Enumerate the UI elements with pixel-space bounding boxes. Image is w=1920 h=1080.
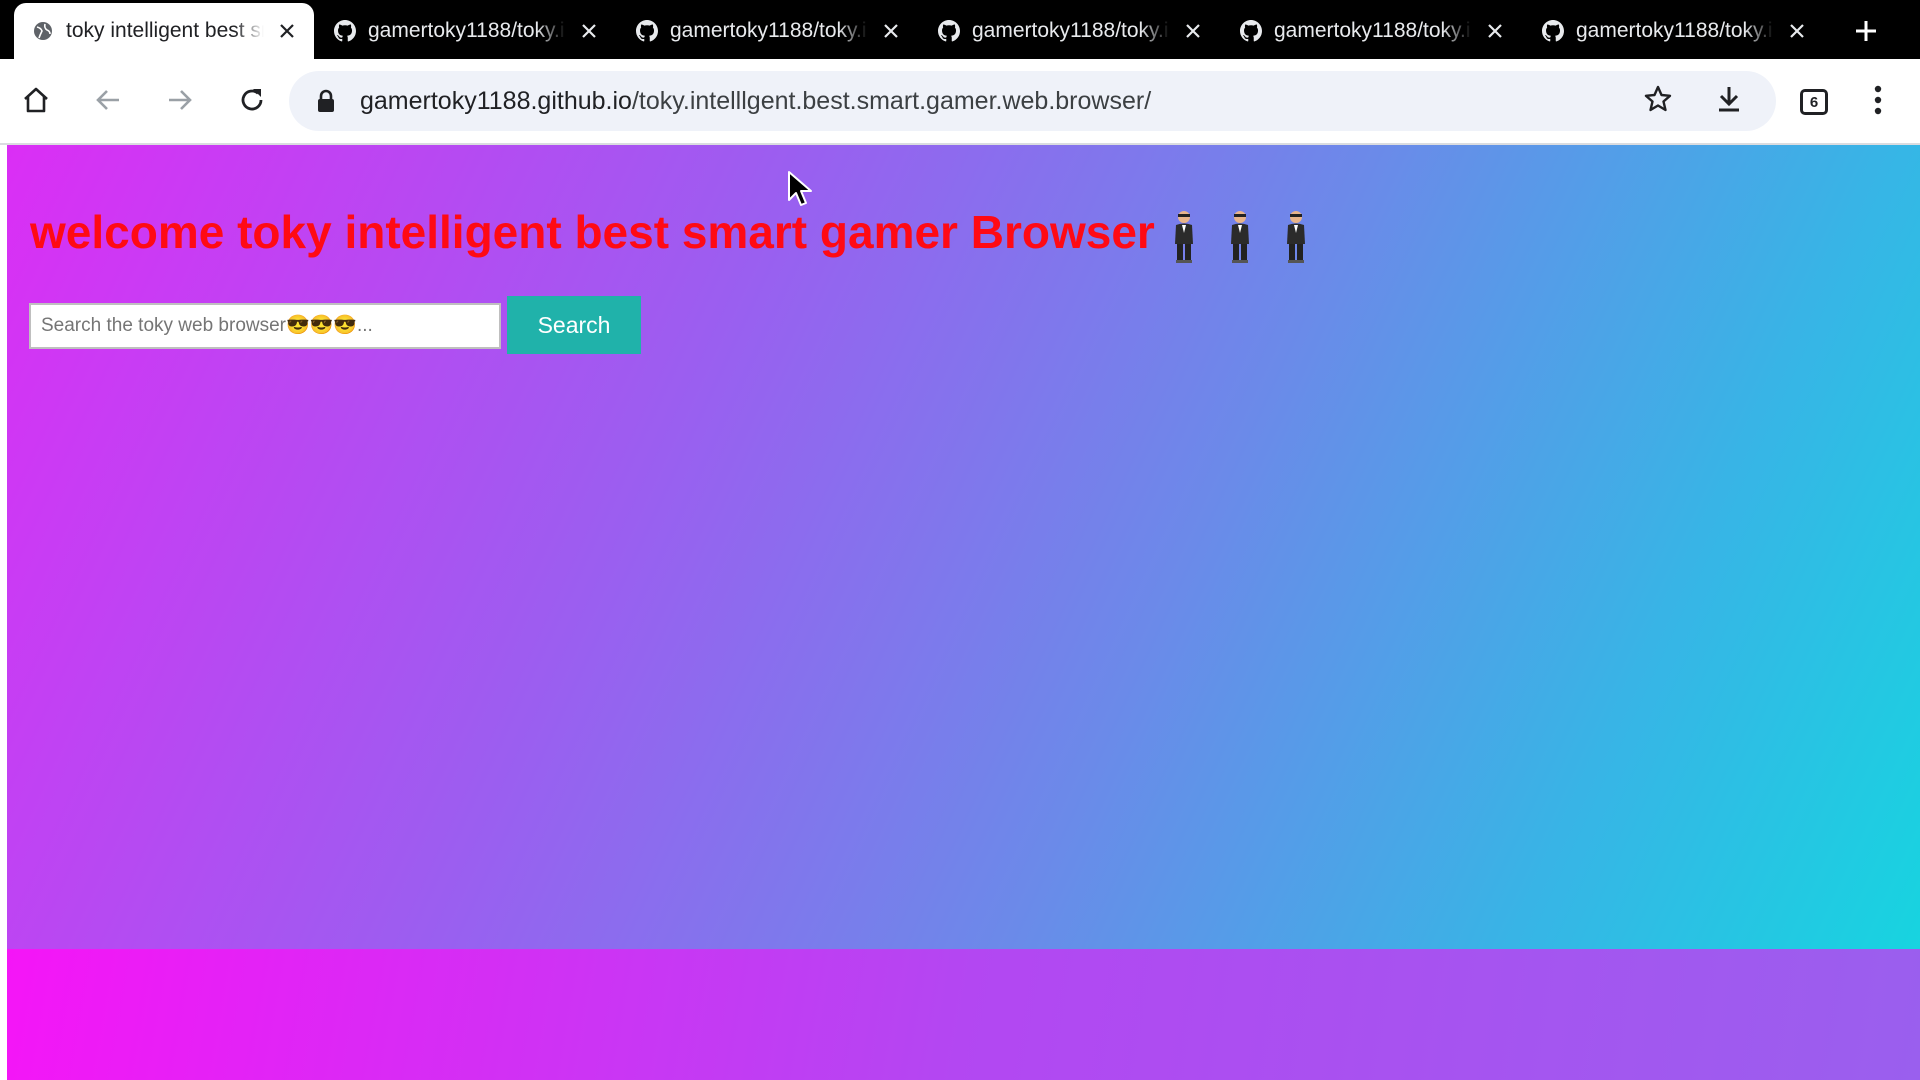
download-button[interactable] [1705, 77, 1753, 125]
tab-active[interactable]: toky intelligent best smart gamer [14, 3, 314, 59]
tab-strip: toky intelligent best smart gamer gamert… [0, 0, 1920, 59]
star-icon [1643, 84, 1673, 119]
github-icon [636, 20, 658, 42]
close-icon[interactable] [274, 18, 300, 44]
search-button[interactable]: Search [507, 296, 641, 354]
more-vert-icon [1874, 85, 1882, 120]
close-icon[interactable] [1180, 18, 1206, 44]
github-icon [1542, 20, 1564, 42]
tab-github-4[interactable]: gamertoky1188/toky.intelligent [1222, 3, 1522, 59]
arrow-left-icon [94, 86, 122, 119]
reload-button[interactable] [228, 78, 276, 126]
figures [1169, 208, 1311, 264]
page-title-text: welcome toky intelligent best smart game… [30, 206, 1155, 258]
globe-icon [32, 20, 54, 42]
close-icon[interactable] [1482, 18, 1508, 44]
url-host: gamertoky1188.github.io [360, 87, 632, 115]
tab-github-5[interactable]: gamertoky1188/toky.intelligent [1524, 3, 1824, 59]
close-icon[interactable] [576, 18, 602, 44]
tab-title: gamertoky1188/toky.intelligent [1274, 19, 1472, 42]
detective-figure-icon [1174, 210, 1193, 263]
detective-figure-icon [1230, 210, 1249, 263]
close-icon[interactable] [1784, 18, 1810, 44]
url-text[interactable]: gamertoky1188.github.io/toky.intelllgent… [360, 87, 1151, 116]
github-icon [1240, 20, 1262, 42]
download-icon [1716, 84, 1742, 119]
tab-github-3[interactable]: gamertoky1188/toky.intelligent [920, 3, 1220, 59]
tab-github-1[interactable]: gamertoky1188/toky.intelligent [316, 3, 616, 59]
mouse-cursor-icon [788, 171, 812, 206]
home-icon [21, 85, 51, 120]
close-icon[interactable] [878, 18, 904, 44]
page-edge [0, 145, 7, 1080]
menu-button[interactable] [1858, 78, 1898, 126]
tab-title: gamertoky1188/toky.intelligent [1576, 19, 1774, 42]
toolbar: gamertoky1188.github.io/toky.intelllgent… [0, 59, 1920, 145]
tab-title: gamertoky1188/toky.intelligent [368, 19, 566, 42]
tab-github-2[interactable]: gamertoky1188/toky.intelligent [618, 3, 918, 59]
tab-title: toky intelligent best smart gamer [66, 19, 264, 42]
back-button[interactable] [84, 78, 132, 126]
tab-title: gamertoky1188/toky.intelligent [670, 19, 868, 42]
github-icon [938, 20, 960, 42]
tab-switcher-button[interactable]: 6 [1800, 89, 1828, 115]
plus-icon [1854, 19, 1878, 48]
content-background [7, 145, 1920, 949]
url-path: /toky.intelllgent.best.smart.gamer.web.b… [631, 87, 1152, 115]
page-title: welcome toky intelligent best smart game… [30, 205, 1311, 264]
bookmark-star-button[interactable] [1634, 77, 1682, 125]
tab-title: gamertoky1188/toky.intelligent [972, 19, 1170, 42]
search-input[interactable] [29, 303, 501, 349]
address-bar[interactable]: gamertoky1188.github.io/toky.intelllgent… [289, 71, 1776, 131]
new-tab-button[interactable] [1842, 12, 1890, 54]
forward-button[interactable] [156, 78, 204, 126]
github-icon [334, 20, 356, 42]
lower-background [7, 949, 1920, 1080]
lock-icon[interactable] [313, 88, 339, 114]
arrow-right-icon [166, 86, 194, 119]
reload-icon [238, 86, 266, 119]
detective-figure-icon [1286, 210, 1305, 263]
web-page: welcome toky intelligent best smart game… [0, 145, 1920, 1080]
home-button[interactable] [12, 78, 60, 126]
